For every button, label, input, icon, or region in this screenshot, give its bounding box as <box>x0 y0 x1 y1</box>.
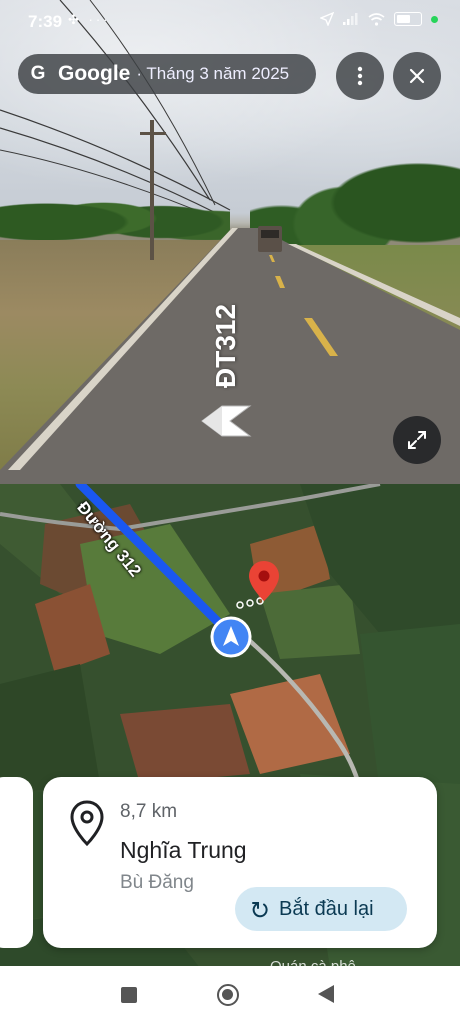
utility-pole <box>150 120 154 260</box>
back-button[interactable] <box>318 985 334 1003</box>
capture-date: · Tháng 3 năm 2025 <box>136 64 290 83</box>
road-label: ĐT312 <box>210 303 241 388</box>
status-bar: 7:39 ✣ ··· <box>0 0 460 40</box>
close-button[interactable] <box>393 52 441 100</box>
privacy-indicator-dot <box>431 15 438 23</box>
google-g-icon: G <box>30 63 46 84</box>
google-brand: Google <box>58 62 131 85</box>
restart-button[interactable]: Bắt đầu lại <box>235 887 407 931</box>
battery-icon <box>394 12 422 26</box>
status-notification-icons: ✣ ··· <box>68 12 111 27</box>
location-arrow-icon <box>320 12 334 26</box>
more-options-button[interactable] <box>336 52 384 100</box>
destination-card[interactable]: 8,7 km Nghĩa Trung Bù Đăng Bắt đầu lại <box>43 777 437 948</box>
utility-pole-crossbar <box>140 132 166 135</box>
status-right-icons <box>320 12 438 26</box>
navigate-chevron-icon[interactable] <box>198 404 254 438</box>
home-button[interactable] <box>217 984 239 1006</box>
restart-label: Bắt đầu lại <box>279 897 374 920</box>
street-view-info-pill[interactable]: G Google · Tháng 3 năm 2025 <box>18 54 316 94</box>
distance-label: 8,7 km <box>120 801 178 822</box>
more-vert-icon <box>357 66 363 86</box>
recents-button[interactable] <box>121 987 137 1003</box>
destination-pin-icon[interactable] <box>248 560 280 602</box>
place-pin-icon <box>70 800 104 847</box>
restart-icon <box>252 902 268 918</box>
signal-icon <box>343 13 358 25</box>
current-location-marker-icon[interactable] <box>210 616 252 658</box>
fullscreen-expand-icon <box>408 431 426 449</box>
previous-card-peek[interactable] <box>0 777 33 948</box>
place-name: Nghĩa Trung <box>120 837 247 863</box>
truck <box>258 226 282 252</box>
status-time: 7:39 <box>28 12 63 31</box>
place-region: Bù Đăng <box>120 872 194 893</box>
expand-button[interactable] <box>393 416 441 464</box>
street-view-panorama[interactable]: ĐT312 7:39 ✣ ··· G Google · Tháng 3 năm … <box>0 0 460 484</box>
close-icon <box>409 68 425 84</box>
wifi-icon <box>368 12 385 26</box>
